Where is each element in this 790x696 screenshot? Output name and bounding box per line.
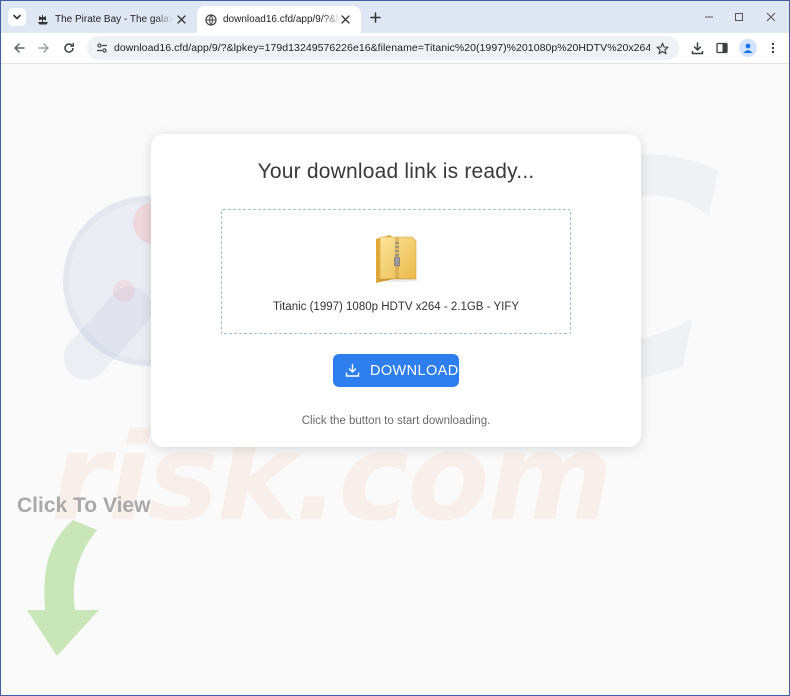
download-button[interactable]: DOWNLOAD [333,354,459,387]
url-text[interactable]: download16.cfd/app/9/?&lpkey=179d1324957… [114,42,650,54]
profile-avatar[interactable] [739,39,757,57]
click-to-view-label[interactable]: Click To View [17,494,150,518]
more-vert-icon [771,42,775,54]
minimize-button[interactable] [701,9,717,25]
file-preview-box: Titanic (1997) 1080p HDTV x264 - 2.1GB -… [221,209,571,334]
tab-pirate-bay[interactable]: The Pirate Bay - The galaxy's most resil… [29,6,197,33]
page-content: PC risk.com Click To View Your download … [1,64,789,695]
download-icon [691,41,703,54]
downloads-button[interactable] [689,40,705,56]
tab-strip: The Pirate Bay - The galaxy's most resil… [1,1,789,33]
new-tab-button[interactable] [367,9,383,25]
address-bar[interactable]: download16.cfd/app/9/?&lpkey=179d1324957… [87,36,679,60]
arrow-left-icon [14,43,25,53]
download-card: Your download link is ready... Titanic (… [151,134,641,447]
bookmark-star-icon[interactable] [655,41,669,55]
reload-icon [64,43,75,53]
close-tab-icon[interactable] [339,13,351,25]
side-panel-icon [716,42,728,54]
chevron-down-icon [13,14,21,20]
tab-title: The Pirate Bay - The galaxy's most resil… [55,14,173,25]
tab-title: download16.cfd/app/9/?&lpkey=179d1324957… [223,14,341,25]
tab-search-button[interactable] [8,8,26,26]
arrow-right-icon [38,43,49,53]
close-icon [766,12,776,22]
download-tray-icon [344,363,360,379]
tab-download16[interactable]: download16.cfd/app/9/?&lpkey=179d1324957… [197,6,361,33]
maximize-icon [735,13,743,21]
close-window-button[interactable] [763,9,779,25]
forward-button[interactable] [36,40,52,56]
person-icon [743,43,753,53]
green-arrow-down-icon[interactable] [15,520,115,660]
maximize-button[interactable] [731,9,747,25]
zip-folder-icon [376,235,418,283]
minimize-icon [705,16,713,18]
browser-window: The Pirate Bay - The galaxy's most resil… [0,0,790,696]
download-hint: Click the button to start downloading. [301,415,491,427]
reload-button[interactable] [61,40,77,56]
file-name: Titanic (1997) 1080p HDTV x264 - 2.1GB -… [272,301,520,313]
pirate-ship-icon [37,14,49,26]
download-button-label: DOWNLOAD [370,362,459,379]
card-heading: Your download link is ready... [257,160,535,183]
plus-icon [369,11,381,23]
close-tab-icon[interactable] [175,13,187,25]
globe-icon [205,13,217,26]
site-info-icon[interactable] [95,41,109,55]
menu-button[interactable] [765,40,781,56]
browser-toolbar: download16.cfd/app/9/?&lpkey=179d1324957… [1,33,789,64]
side-panel-button[interactable] [714,40,730,56]
back-button[interactable] [11,40,27,56]
